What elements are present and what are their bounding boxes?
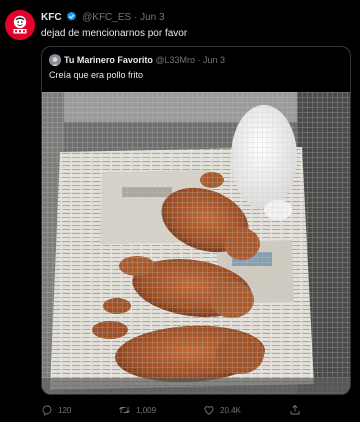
reply-count: 120	[58, 405, 72, 415]
avatar[interactable]	[5, 10, 35, 40]
tweet-text: dejad de mencionarnos por favor	[41, 28, 188, 39]
retweet-count: 1,009	[136, 405, 157, 415]
share-icon	[290, 405, 300, 415]
author-name[interactable]: KFC	[41, 12, 62, 23]
quote-avatar[interactable]	[49, 54, 61, 66]
header-separator: ·	[133, 12, 138, 23]
verified-badge-icon	[66, 11, 77, 26]
reply-button[interactable]: 120	[41, 404, 71, 416]
quote-header: Tu Marinero Favorito @L33Mro · Jun 3	[64, 54, 225, 66]
share-button[interactable]	[289, 404, 301, 416]
tweet-date[interactable]: Jun 3	[140, 12, 164, 23]
tweet-header: KFC @KFC_ES · Jun 3	[41, 11, 165, 26]
quote-separator: ·	[197, 55, 201, 65]
author-handle[interactable]: @KFC_ES	[82, 12, 131, 23]
tweet-actions: 120 1,009 20.4K	[41, 404, 311, 418]
tweet-card: KFC @KFC_ES · Jun 3 dejad de mencionarno…	[0, 0, 360, 422]
heart-icon	[204, 406, 214, 415]
like-count: 20.4K	[220, 405, 241, 415]
retweet-icon	[119, 407, 130, 413]
quote-photo[interactable]	[42, 92, 350, 394]
quote-author-name[interactable]: Tu Marinero Favorito	[64, 55, 153, 65]
quote-text: Creía que era pollo frito	[49, 70, 144, 80]
quote-date[interactable]: Jun 3	[203, 55, 225, 65]
kfc-logo	[5, 10, 35, 40]
like-button[interactable]: 20.4K	[203, 404, 241, 416]
quoted-tweet[interactable]: Tu Marinero Favorito @L33Mro · Jun 3 Cre…	[41, 46, 351, 395]
retweet-button[interactable]: 1,009	[118, 404, 156, 416]
reply-icon	[42, 405, 52, 416]
quote-author-handle[interactable]: @L33Mro	[155, 55, 195, 65]
